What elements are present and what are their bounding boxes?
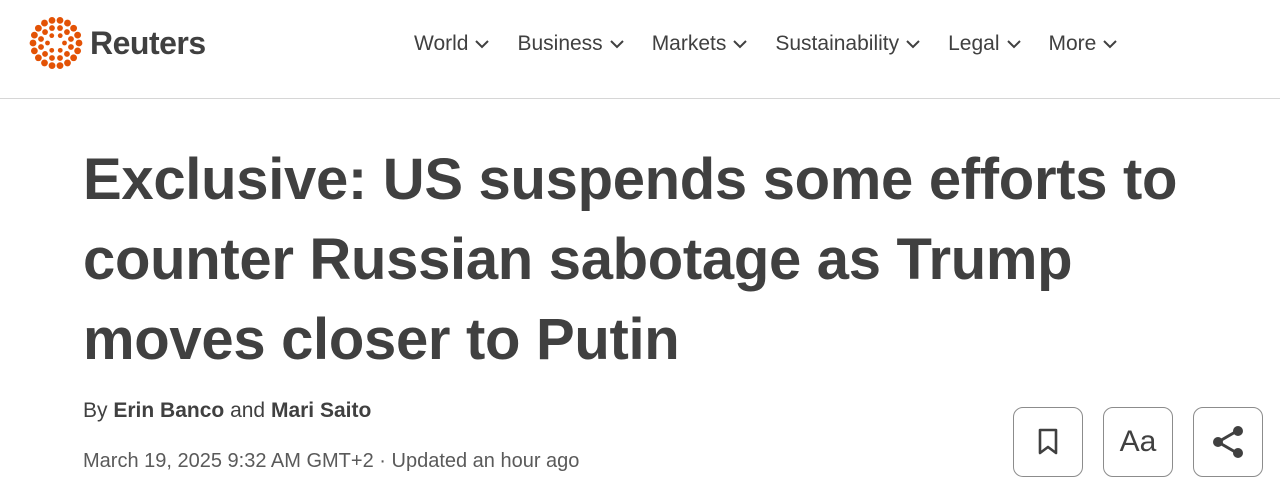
logo-dot — [75, 39, 83, 47]
logo-dot — [64, 19, 71, 27]
logo-dot — [64, 59, 71, 67]
logo-dot — [70, 54, 78, 62]
reuters-logo[interactable]: Reuters — [29, 16, 206, 70]
author-link[interactable]: Erin Banco — [113, 399, 224, 422]
main-nav: World Business Markets Sustainability Le… — [414, 30, 1118, 58]
logo-dot — [48, 16, 56, 24]
logo-dot — [42, 51, 48, 57]
logo-dot — [49, 25, 55, 31]
nav-item-label: Sustainability — [775, 32, 900, 55]
nav-item-business[interactable]: Business — [517, 30, 624, 58]
logo-dot — [56, 16, 64, 24]
logo-dot — [74, 47, 82, 55]
logo-dot — [57, 55, 63, 61]
article-headline: Exclusive: US suspends some efforts to c… — [83, 147, 1178, 372]
chevron-down-icon — [609, 40, 624, 49]
logo-dot — [49, 47, 55, 53]
logo-dot — [38, 44, 44, 50]
logo-dot — [48, 62, 56, 70]
logo-dot — [68, 36, 74, 42]
chevron-down-icon — [1103, 40, 1118, 49]
nav-item-label: World — [414, 32, 469, 55]
article-tools: Aa — [1013, 407, 1263, 477]
nav-item-more[interactable]: More — [1049, 30, 1119, 58]
logo-dot — [57, 25, 63, 31]
logo-dot — [49, 33, 55, 39]
nav-item-label: Business — [517, 32, 603, 55]
logo-dot — [30, 31, 38, 39]
updated-time: Updated an hour ago — [391, 450, 580, 472]
bookmark-button[interactable] — [1013, 407, 1083, 477]
logo-dot — [57, 47, 63, 53]
logo-dot — [34, 54, 42, 62]
logo-text: Reuters — [90, 25, 206, 61]
nav-item-markets[interactable]: Markets — [652, 30, 749, 58]
byline-prefix: By — [83, 399, 108, 422]
logo-dot — [70, 24, 78, 32]
logo-dot — [45, 40, 50, 46]
logo-dot — [30, 47, 38, 55]
logo-dot — [42, 29, 48, 35]
chevron-down-icon — [733, 40, 748, 49]
dateline-separator: · — [379, 450, 386, 472]
reuters-logo-icon — [29, 16, 83, 70]
publish-date: March 19, 2025 9:32 AM GMT+2 — [83, 450, 374, 472]
logo-dot — [34, 24, 42, 32]
logo-dot — [41, 19, 48, 27]
logo-dot — [68, 44, 74, 50]
text-size-button[interactable]: Aa — [1103, 407, 1173, 477]
logo-dot — [56, 62, 64, 70]
logo-dot — [41, 59, 48, 67]
dateline: March 19, 2025 9:32 AM GMT+2 · Updated a… — [83, 446, 579, 476]
nav-item-label: Legal — [948, 32, 1000, 55]
text-size-label: Aa — [1119, 425, 1157, 458]
logo-dot — [49, 55, 55, 61]
nav-item-label: More — [1048, 32, 1097, 55]
logo-dot — [38, 36, 44, 42]
logo-dot — [74, 31, 82, 39]
nav-item-sustainability[interactable]: Sustainability — [775, 30, 921, 58]
logo-dot — [64, 51, 70, 57]
logo-dot — [62, 40, 67, 46]
logo-dot — [29, 39, 37, 47]
byline-join: and — [230, 399, 266, 422]
nav-item-legal[interactable]: Legal — [948, 30, 1021, 58]
site-header: Reuters World Business Markets Sustainab… — [0, 0, 1280, 99]
share-button[interactable] — [1193, 407, 1263, 477]
share-icon — [1213, 426, 1243, 458]
author-link[interactable]: Mari Saito — [271, 399, 371, 422]
chevron-down-icon — [475, 40, 490, 49]
bookmark-icon — [1038, 428, 1058, 455]
chevron-down-icon — [1006, 40, 1021, 49]
byline: By Erin Banco and Mari Saito — [83, 396, 371, 426]
chevron-down-icon — [906, 40, 920, 49]
nav-item-world[interactable]: World — [414, 30, 490, 58]
nav-item-label: Markets — [651, 32, 727, 55]
logo-dot — [64, 29, 70, 35]
logo-dot — [57, 33, 63, 39]
